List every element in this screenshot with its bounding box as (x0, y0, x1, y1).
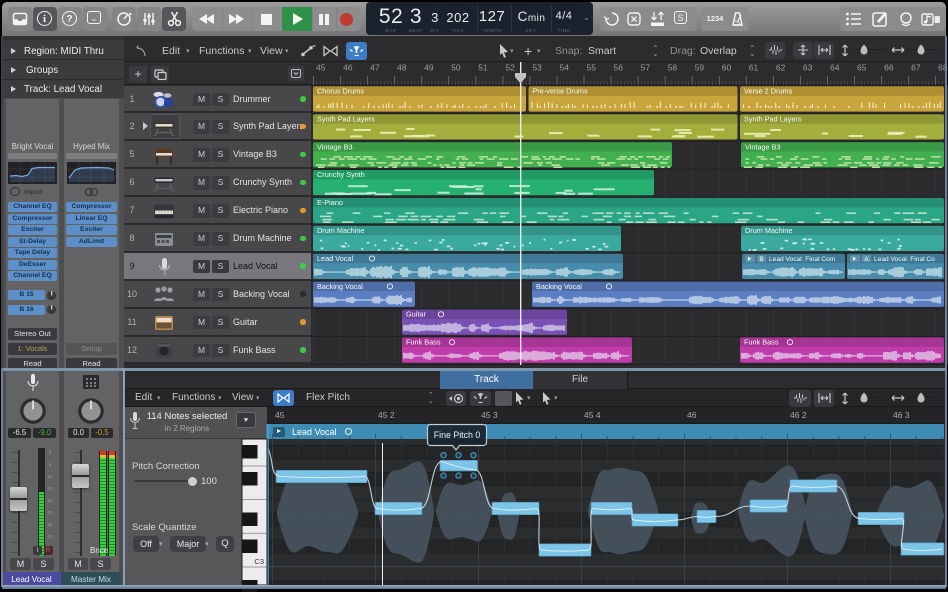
svg-text:Fine Pitch 0: Fine Pitch 0 (434, 430, 481, 440)
svg-text:C3: C3 (254, 557, 264, 566)
